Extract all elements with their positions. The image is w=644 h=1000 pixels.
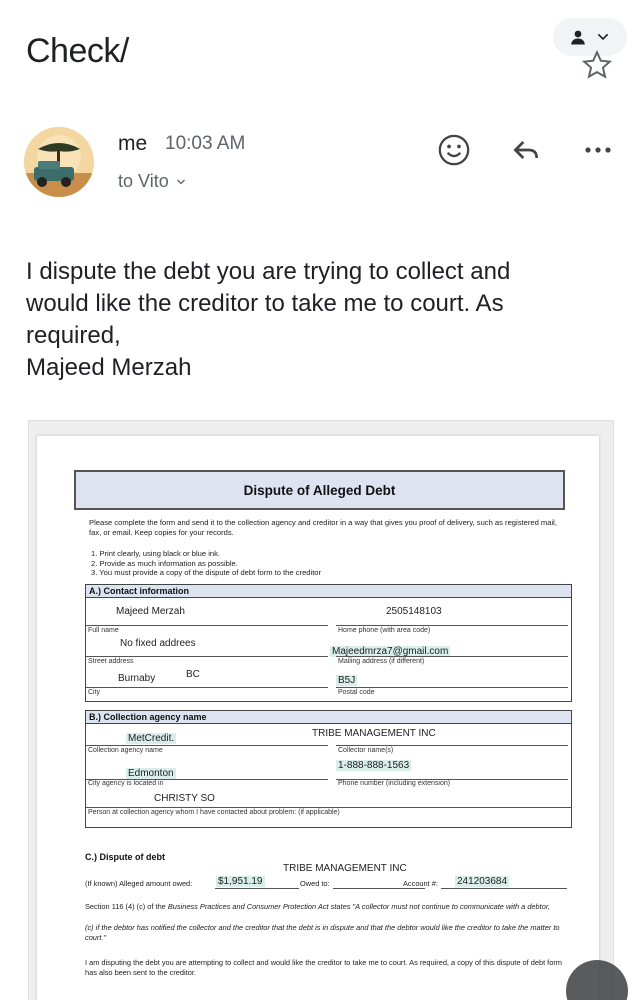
more-horizontal-icon <box>585 147 611 153</box>
account-label: Account #: <box>403 879 438 888</box>
street-value: No fixed addrees <box>120 638 196 649</box>
agency-phone-label: Phone number (including extension) <box>338 780 451 787</box>
section-heading: A.) Contact information <box>86 585 571 598</box>
statute-clause: (c) if the debtor has notified the colle… <box>85 923 560 942</box>
owed-to-label: Owed to: <box>300 879 330 888</box>
body-line: required, <box>26 322 121 349</box>
form-step: 2. Provide as much information as possib… <box>91 558 238 568</box>
mailing-address-label: Mailing address (if different) <box>338 658 425 665</box>
body-signature: Majeed Merzah <box>26 354 192 381</box>
email-subject: Check/ <box>26 32 129 70</box>
form-step: 1. Print clearly, using black or blue in… <box>91 549 221 558</box>
sender-name: me <box>118 132 148 155</box>
statute-quote: states "A collector must not continue to… <box>330 902 550 911</box>
section-heading: C.) Dispute of debt <box>85 852 165 862</box>
city-label: City <box>88 689 101 696</box>
email-body: I dispute the debt you are trying to col… <box>26 256 616 384</box>
agency-name-label: Collection agency name <box>88 747 163 754</box>
contact-person-label: Person at collection agency whom I have … <box>88 809 340 816</box>
safari-avatar-image <box>24 127 94 197</box>
sent-time: 10:03 AM <box>165 133 246 154</box>
amount-label: (If known) Alleged amount owed: <box>85 879 193 888</box>
chevron-down-icon <box>176 179 185 184</box>
agency-name-value: MetCredit. <box>126 733 177 744</box>
amount-value: $1,951.19 <box>216 876 265 887</box>
agency-city-value: Edmonton <box>126 768 176 779</box>
recipient-line: to Vito <box>118 171 169 191</box>
closing-statement: I am disputing the debt you are attempti… <box>85 958 562 977</box>
home-phone-value: 2505148103 <box>386 606 442 617</box>
agency-phone-value: 1-888-888-1563 <box>336 760 412 771</box>
section-contact-information: A.) Contact information Majeed Merzah 25… <box>85 584 572 702</box>
city-value: Burnaby <box>118 673 156 684</box>
attachment-document: Dispute of Alleged Debt Please complete … <box>37 436 599 1000</box>
form-step: 3. You must provide a copy of the disput… <box>91 568 322 577</box>
full-name-value: Majeed Merzah <box>116 606 185 617</box>
form-title: Dispute of Alleged Debt <box>74 470 565 510</box>
account-value: 241203684 <box>455 876 510 887</box>
province-value: BC <box>186 669 200 680</box>
star-outline-icon[interactable] <box>580 48 614 82</box>
body-line: I dispute the debt you are trying to col… <box>26 258 511 285</box>
street-label: Street address <box>88 658 134 665</box>
agency-city-label: City agency is located in <box>88 780 164 787</box>
person-icon <box>571 30 585 45</box>
chevron-down-icon <box>597 33 609 41</box>
collector-name-label: Collector name(s) <box>338 747 394 754</box>
statute-act-name: Business Practices and Consumer Protecti… <box>167 902 329 911</box>
home-phone-label: Home phone (with area code) <box>338 627 431 634</box>
contact-person-value: CHRISTY SO <box>154 793 215 804</box>
form-intro: Please complete the form and send it to … <box>89 518 557 537</box>
collector-name-value: TRIBE MANAGEMENT INC <box>312 728 436 739</box>
statute-text: Section 116 (4) (c) of the Business Prac… <box>85 902 571 912</box>
recipient-details-toggle[interactable]: to Vito <box>118 171 187 192</box>
add-reaction-button[interactable] <box>432 128 476 172</box>
section-collection-agency: B.) Collection agency name MetCredit. TR… <box>85 710 572 828</box>
reply-icon <box>513 141 538 159</box>
emoji-icon <box>438 134 470 166</box>
section-heading: B.) Collection agency name <box>86 711 571 724</box>
full-name-label: Full name <box>88 627 119 634</box>
postal-code-value: B5J <box>336 675 358 686</box>
sender-avatar[interactable] <box>24 127 94 197</box>
body-line: would like the creditor to take me to co… <box>26 290 504 317</box>
more-options-button[interactable] <box>576 128 620 172</box>
statute-part: Section 116 (4) (c) of the <box>85 902 166 911</box>
owed-to-value: TRIBE MANAGEMENT INC <box>283 863 407 874</box>
postal-code-label: Postal code <box>338 689 375 696</box>
form-steps: 1. Print clearly, using black or blue in… <box>91 549 321 578</box>
reply-button[interactable] <box>504 128 548 172</box>
